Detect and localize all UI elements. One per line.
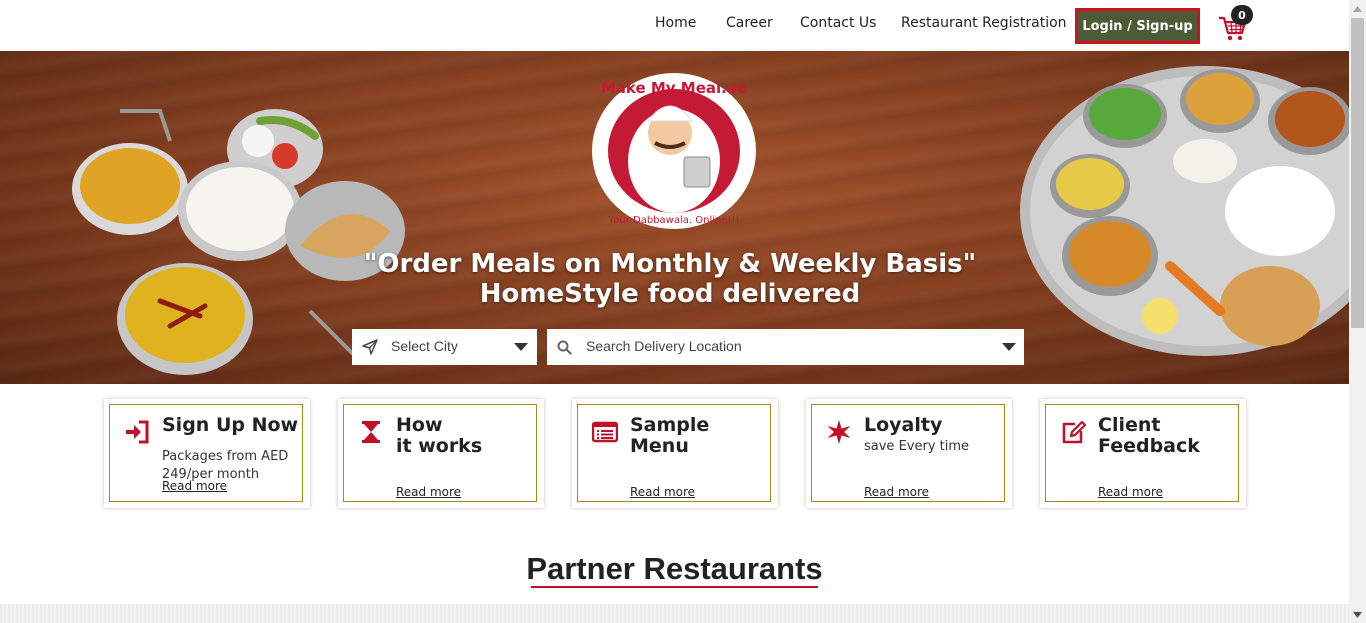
nav-contact-link[interactable]: Contact Us (800, 15, 876, 31)
city-select-dropdown[interactable]: Select City (352, 329, 537, 365)
read-more-link[interactable]: Read more (396, 485, 461, 499)
top-navbar: Home Career Contact Us Restaurant Regist… (0, 0, 1349, 51)
logo-brand-text: Make My Meal.ae (601, 79, 747, 97)
search-icon (557, 340, 572, 355)
scroll-down-arrow-icon[interactable] (1349, 606, 1366, 623)
scroll-up-arrow-icon[interactable] (1349, 0, 1366, 17)
read-more-link[interactable]: Read more (1098, 485, 1163, 499)
edit-icon (1062, 420, 1086, 444)
card-sign-up: Sign Up Now Packages from AED 249/per mo… (104, 399, 310, 508)
card-loyalty: Loyalty save Every time Read more (806, 399, 1012, 508)
paper-plane-icon (362, 339, 378, 355)
sign-in-icon (126, 420, 149, 444)
read-more-link[interactable]: Read more (162, 479, 227, 493)
card-title: How it works (396, 414, 483, 457)
card-client-feedback: Client Feedback Read more (1040, 399, 1246, 508)
read-more-link[interactable]: Read more (864, 485, 929, 499)
nav-restaurant-registration-link[interactable]: Restaurant Registration (901, 15, 1067, 31)
vertical-scrollbar[interactable] (1349, 0, 1366, 623)
read-more-link[interactable]: Read more (630, 485, 695, 499)
thali-food-image (1020, 66, 1349, 356)
makemymeal-logo: Make My Meal.ae Your Dabbawala. Online!!… (592, 73, 756, 229)
city-select-placeholder: Select City (391, 338, 458, 354)
hero-headline-line2: HomeStyle food delivered (479, 279, 861, 309)
delivery-location-search-input[interactable]: Search Delivery Location (547, 329, 1024, 365)
location-chevron-down-icon (1002, 343, 1016, 351)
hero-headline-line1: "Order Meals on Monthly & Weekly Basis" (363, 249, 977, 279)
nav-home-link[interactable]: Home (655, 15, 696, 31)
card-sample-menu: Sample Menu Read more (572, 399, 778, 508)
scrollbar-thumb[interactable] (1351, 18, 1364, 328)
heading-underline (531, 586, 818, 588)
page: Home Career Contact Us Restaurant Regist… (0, 0, 1366, 623)
location-placeholder: Search Delivery Location (586, 338, 742, 354)
menu-list-icon (592, 421, 618, 443)
partner-section-strip (0, 604, 1349, 623)
cart-count-badge: 0 (1231, 5, 1253, 25)
card-how-it-works: How it works Read more (338, 399, 544, 508)
card-title: Loyalty (864, 414, 943, 436)
card-description: save Every time (864, 439, 970, 454)
card-title: Sample Menu (630, 414, 710, 457)
city-chevron-down-icon (514, 343, 528, 351)
card-title: Sign Up Now (162, 414, 299, 436)
nav-career-link[interactable]: Career (726, 15, 773, 31)
logo-tagline-text: Your Dabbawala. Online!!! (607, 215, 739, 226)
hero-banner: Make My Meal.ae Your Dabbawala. Online!!… (0, 51, 1349, 384)
login-signup-button[interactable]: Login / Sign-up (1075, 8, 1200, 44)
hero-headline: "Order Meals on Monthly & Weekly Basis" … (330, 249, 1010, 309)
card-title: Client Feedback (1098, 414, 1200, 457)
star-icon (827, 420, 851, 444)
hourglass-icon (362, 421, 380, 443)
partner-restaurants-heading: Partner Restaurants (526, 551, 823, 586)
